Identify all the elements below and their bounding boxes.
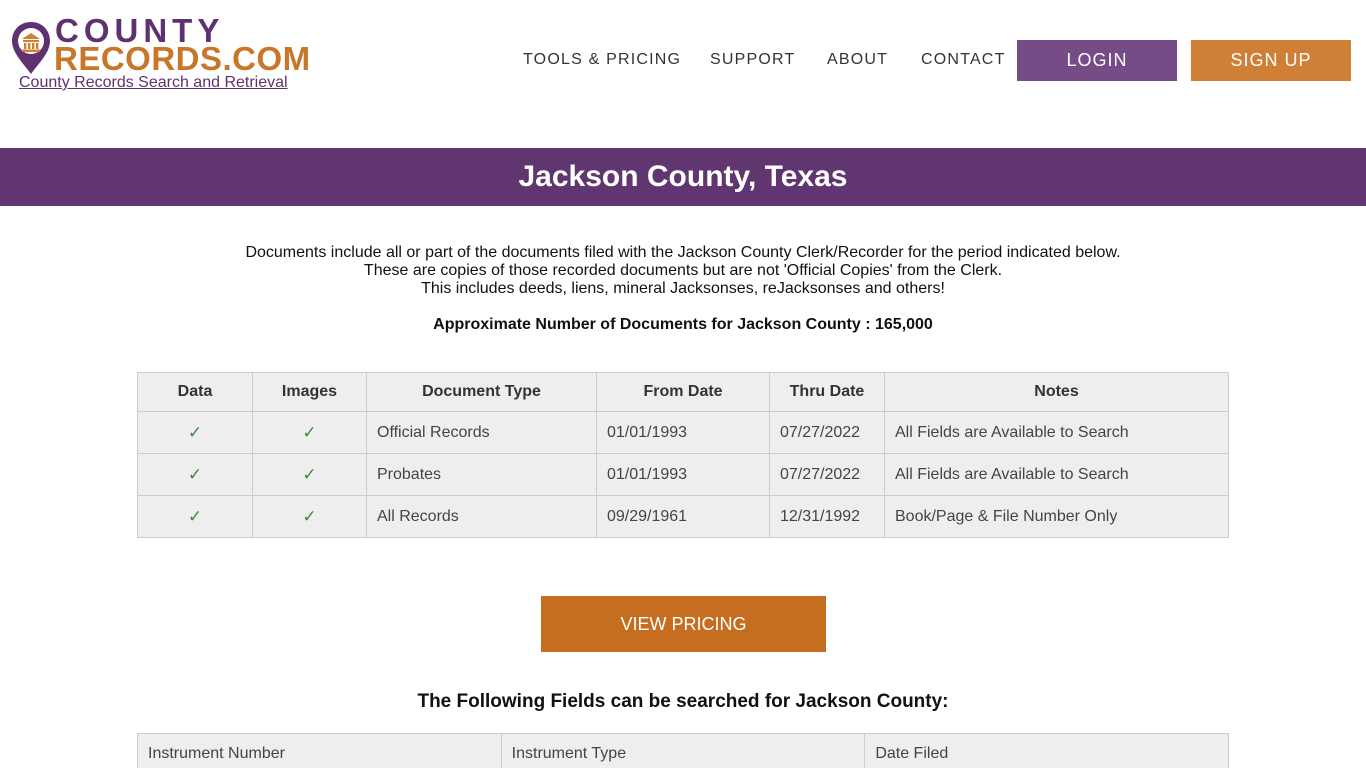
page-title: Jackson County, Texas bbox=[518, 160, 848, 193]
from-date-cell: 09/29/1961 bbox=[596, 495, 770, 538]
table-row: ✓ ✓ Probates 01/01/1993 07/27/2022 All F… bbox=[137, 453, 1229, 496]
thru-date-cell: 07/27/2022 bbox=[769, 453, 885, 496]
table-row: ✓ ✓ Official Records 01/01/1993 07/27/20… bbox=[137, 411, 1229, 454]
table-header-row: Data Images Document Type From Date Thru… bbox=[137, 372, 1229, 412]
field-cell: Instrument Number bbox=[137, 733, 502, 768]
notes-cell: All Fields are Available to Search bbox=[884, 453, 1229, 496]
thru-date-cell: 07/27/2022 bbox=[769, 411, 885, 454]
check-icon: ✓ bbox=[137, 495, 253, 538]
from-date-cell: 01/01/1993 bbox=[596, 411, 770, 454]
nav-contact[interactable]: CONTACT bbox=[921, 51, 1006, 69]
searchable-fields-heading: The Following Fields can be searched for… bbox=[417, 691, 949, 712]
main-nav: TOOLS & PRICING SUPPORT ABOUT CONTACT LO… bbox=[0, 40, 1366, 81]
signup-button[interactable]: SIGN UP bbox=[1191, 40, 1351, 81]
county-banner: Jackson County, Texas bbox=[0, 148, 1366, 206]
notes-cell: All Fields are Available to Search bbox=[884, 411, 1229, 454]
nav-about[interactable]: ABOUT bbox=[827, 51, 888, 69]
records-table: Data Images Document Type From Date Thru… bbox=[137, 372, 1229, 538]
column-header-from-date: From Date bbox=[596, 372, 770, 412]
column-header-data: Data bbox=[137, 372, 253, 412]
intro-line: Documents include all or part of the doc… bbox=[245, 244, 1121, 261]
site-header: COUNTY RECORDS.COM County Records Search… bbox=[0, 0, 1366, 148]
column-header-document-type: Document Type bbox=[366, 372, 597, 412]
column-header-notes: Notes bbox=[884, 372, 1229, 412]
notes-cell: Book/Page & File Number Only bbox=[884, 495, 1229, 538]
login-button[interactable]: LOGIN bbox=[1017, 40, 1177, 81]
intro-line: This includes deeds, liens, mineral Jack… bbox=[421, 280, 945, 297]
table-row: Instrument Number Instrument Type Date F… bbox=[137, 733, 1229, 768]
check-icon: ✓ bbox=[252, 495, 367, 538]
check-icon: ✓ bbox=[252, 453, 367, 496]
intro-text: Documents include all or part of the doc… bbox=[0, 244, 1366, 298]
check-icon: ✓ bbox=[252, 411, 367, 454]
searchable-fields-table: Instrument Number Instrument Type Date F… bbox=[137, 733, 1229, 768]
column-header-thru-date: Thru Date bbox=[769, 372, 885, 412]
check-icon: ✓ bbox=[137, 411, 253, 454]
nav-tools-pricing[interactable]: TOOLS & PRICING bbox=[523, 51, 681, 69]
check-icon: ✓ bbox=[137, 453, 253, 496]
document-type-cell: All Records bbox=[366, 495, 597, 538]
field-cell: Instrument Type bbox=[500, 733, 866, 768]
nav-support[interactable]: SUPPORT bbox=[710, 51, 795, 69]
view-pricing-button[interactable]: VIEW PRICING bbox=[541, 596, 826, 652]
document-type-cell: Probates bbox=[366, 453, 597, 496]
thru-date-cell: 12/31/1992 bbox=[769, 495, 885, 538]
from-date-cell: 01/01/1993 bbox=[596, 453, 770, 496]
intro-line: These are copies of those recorded docum… bbox=[363, 262, 1003, 279]
document-type-cell: Official Records bbox=[366, 411, 597, 454]
approx-document-count: Approximate Number of Documents for Jack… bbox=[433, 316, 933, 333]
field-cell: Date Filed bbox=[864, 733, 1229, 768]
column-header-images: Images bbox=[252, 372, 367, 412]
table-row: ✓ ✓ All Records 09/29/1961 12/31/1992 Bo… bbox=[137, 495, 1229, 538]
